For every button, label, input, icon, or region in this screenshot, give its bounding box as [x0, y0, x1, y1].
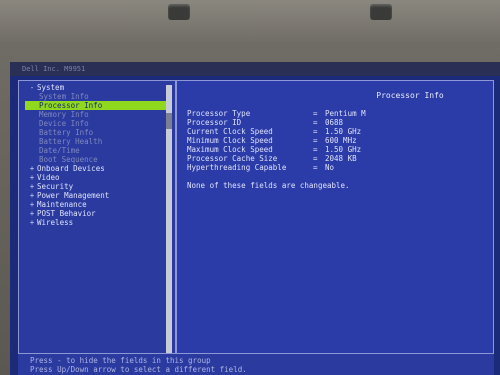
info-value: 1.50 GHz: [325, 127, 362, 136]
info-value: 0688: [325, 118, 344, 127]
navigation-tree: - System System Info Processor Info Memory I…: [25, 83, 167, 227]
tree-item-battery-info[interactable]: Battery Info: [25, 128, 165, 137]
tree-item-battery-health[interactable]: Battery Health: [25, 137, 165, 146]
equals-sign: =: [313, 109, 318, 118]
equals-sign: =: [313, 163, 318, 172]
info-row: Processor ID = 0688: [187, 118, 366, 127]
expand-icon[interactable]: +: [29, 164, 35, 173]
info-row: Processor Cache Size = 2048 KB: [187, 154, 366, 163]
hinge-right: [370, 4, 392, 20]
info-value: No: [325, 163, 335, 172]
tree-item-label: POST Behavior: [37, 209, 96, 218]
tree-item-label: Boot Sequence: [39, 155, 98, 164]
equals-sign: =: [313, 127, 318, 136]
tree-item-label: Date/Time: [39, 146, 80, 155]
tree-item-label: Maintenance: [37, 200, 87, 209]
tree-item-post-behavior[interactable]: + POST Behavior: [25, 209, 165, 218]
equals-sign: =: [313, 154, 318, 163]
hinge-left: [168, 4, 190, 20]
tree-scrollbar[interactable]: [166, 85, 172, 355]
equals-sign: =: [313, 136, 318, 145]
info-key: Hyperthreading Capable: [187, 163, 287, 172]
info-key: Processor Type: [187, 109, 251, 118]
info-note: None of these fields are changeable.: [187, 181, 350, 190]
info-value: Pentium M: [325, 109, 366, 118]
equals-sign: =: [313, 145, 318, 154]
tree-item-system-info[interactable]: System Info: [25, 92, 165, 101]
tree-item-label: System: [37, 83, 65, 92]
expand-icon[interactable]: +: [29, 200, 35, 209]
tree-item-memory-info[interactable]: Memory Info: [25, 110, 165, 119]
expand-icon[interactable]: +: [29, 218, 35, 227]
info-row: Maximum Clock Speed = 1.50 GHz: [187, 145, 366, 154]
equals-sign: =: [313, 118, 318, 127]
tree-item-label: Wireless: [37, 218, 74, 227]
scrollbar-thumb[interactable]: [166, 113, 172, 129]
info-value: 2048 KB: [325, 154, 357, 163]
tree-item-onboard-devices[interactable]: + Onboard Devices: [25, 164, 165, 173]
help-line-1: Press - to hide the fields in this group: [30, 356, 211, 365]
info-row: Minimum Clock Speed = 600 MHz: [187, 136, 366, 145]
collapse-icon[interactable]: -: [29, 83, 35, 92]
tree-item-boot-sequence[interactable]: Boot Sequence: [25, 155, 165, 164]
tree-item-label: Processor Info: [39, 101, 103, 110]
panel-title: Processor Info: [376, 91, 444, 100]
tree-item-label: Video: [37, 173, 60, 182]
tree-item-video[interactable]: + Video: [25, 173, 165, 182]
tree-item-label: Battery Info: [39, 128, 94, 137]
info-key: Minimum Clock Speed: [187, 136, 273, 145]
info-rows: Processor Type = Pentium M Processor ID = 068…: [187, 109, 366, 172]
expand-icon[interactable]: +: [29, 182, 35, 191]
tree-item-label: System Info: [39, 92, 89, 101]
tree-item-power-management[interactable]: + Power Management: [25, 191, 165, 200]
tree-item-system[interactable]: - System: [25, 83, 165, 92]
tree-item-wireless[interactable]: + Wireless: [25, 218, 165, 227]
help-line-2: Press Up/Down arrow to select a differen…: [30, 365, 247, 374]
tree-item-label: Battery Health: [39, 137, 103, 146]
tree-item-processor-info[interactable]: Processor Info: [25, 101, 167, 110]
tree-item-label: Security: [37, 182, 74, 191]
info-key: Maximum Clock Speed: [187, 145, 273, 154]
tree-item-maintenance[interactable]: + Maintenance: [25, 200, 165, 209]
tree-item-label: Memory Info: [39, 110, 89, 119]
info-value: 1.50 GHz: [325, 145, 362, 154]
info-key: Processor Cache Size: [187, 154, 278, 163]
window-title: Dell Inc. M9951: [10, 62, 500, 76]
tree-item-label: Device Info: [39, 119, 89, 128]
expand-icon[interactable]: +: [29, 209, 35, 218]
info-row: Processor Type = Pentium M: [187, 109, 366, 118]
bios-screen: Dell Inc. M9951 - System System Info Proces…: [10, 62, 500, 375]
tree-item-label: Power Management: [37, 191, 110, 200]
tree-item-label: Onboard Devices: [37, 164, 105, 173]
tree-item-date-time[interactable]: Date/Time: [25, 146, 165, 155]
tree-item-security[interactable]: + Security: [25, 182, 165, 191]
info-value: 600 MHz: [325, 136, 357, 145]
expand-icon[interactable]: +: [29, 191, 35, 200]
tree-item-device-info[interactable]: Device Info: [25, 119, 165, 128]
info-row: Hyperthreading Capable = No: [187, 163, 366, 172]
navigation-tree-pane: - System System Info Processor Info Memory I…: [18, 80, 176, 362]
help-status-bar: Press - to hide the fields in this group…: [18, 353, 494, 375]
info-row: Current Clock Speed = 1.50 GHz: [187, 127, 366, 136]
info-key: Current Clock Speed: [187, 127, 273, 136]
details-pane: Processor Info Processor Type = Pentium MP…: [176, 80, 494, 362]
expand-icon[interactable]: +: [29, 173, 35, 182]
info-key: Processor ID: [187, 118, 242, 127]
